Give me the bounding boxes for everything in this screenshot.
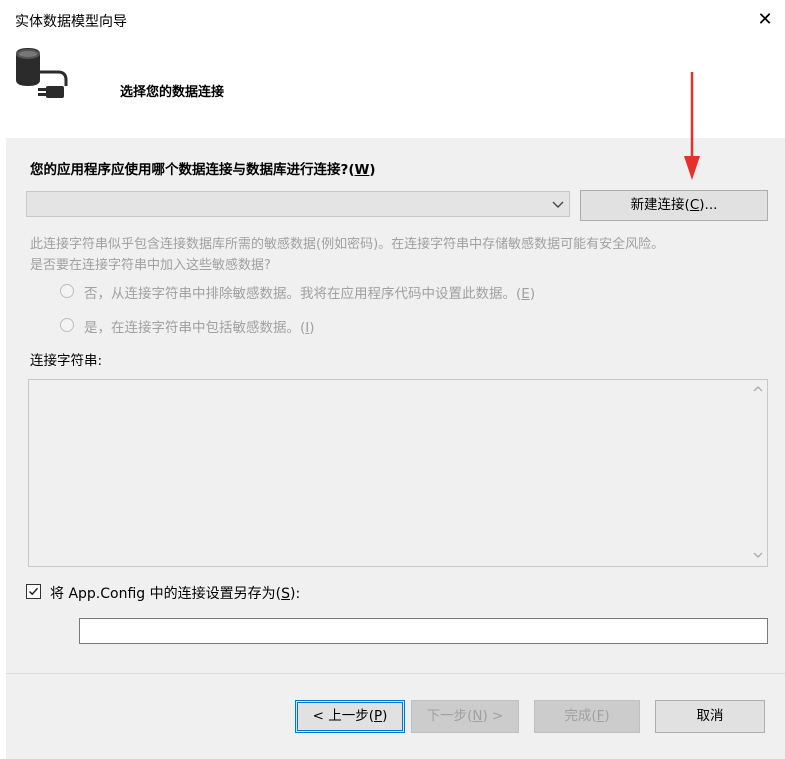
page-title: 选择您的数据连接: [120, 85, 225, 100]
config-name-input[interactable]: [79, 618, 768, 644]
title-bar: 实体数据模型向导 ✕: [6, 0, 785, 40]
next-button[interactable]: 下一步(N) >: [411, 700, 519, 733]
radio-circle[interactable]: [60, 318, 74, 332]
radio-exclude-label: 否，从连接字符串中排除敏感数据。我将在应用程序代码中设置此数据。(E): [84, 282, 535, 302]
scroll-down-icon[interactable]: [752, 550, 764, 560]
cancel-button[interactable]: 取消: [655, 700, 765, 733]
red-arrow-annotation: [684, 72, 700, 180]
finish-button[interactable]: 完成(F): [534, 700, 640, 733]
wizard-header: 选择您的数据连接: [6, 40, 785, 138]
warning-line-1: 此连接字符串似乎包含连接数据库所需的敏感数据(例如密码)。在连接字符串中存储敏感…: [30, 237, 665, 252]
radio-include-suffix: ): [309, 320, 315, 336]
radio-circle[interactable]: [60, 284, 74, 298]
save-config-label[interactable]: 将 App.Config 中的连接设置另存为(S):: [50, 583, 300, 603]
save-config-suffix: ):: [289, 586, 301, 602]
cancel-label: 取消: [696, 708, 724, 724]
radio-include-text: 是，在连接字符串中包括敏感数据。(: [84, 320, 306, 336]
chevron-down-icon: [552, 201, 564, 208]
radio-exclude-suffix: ): [529, 286, 536, 302]
new-connection-mnemonic: C: [689, 197, 700, 213]
checkmark-icon: [28, 587, 39, 596]
save-config-checkbox[interactable]: [26, 584, 41, 599]
save-config-mnemonic: S: [281, 586, 290, 602]
sensitive-data-warning: 此连接字符串似乎包含连接数据库所需的敏感数据(例如密码)。在连接字符串中存储敏感…: [30, 234, 770, 276]
warning-line-2: 是否要在连接字符串中加入这些敏感数据?: [30, 258, 271, 273]
radio-include-sensitive[interactable]: 是，在连接字符串中包括敏感数据。(I): [60, 316, 760, 336]
scroll-up-icon[interactable]: [752, 384, 764, 394]
connection-dropdown[interactable]: [26, 191, 570, 217]
save-config-text: 将 App.Config 中的连接设置另存为(: [50, 586, 282, 602]
connection-string-label: 连接字符串:: [30, 353, 103, 369]
previous-button[interactable]: < 上一步(P): [295, 700, 405, 733]
radio-exclude-text: 否，从连接字符串中排除敏感数据。我将在应用程序代码中设置此数据。(: [84, 286, 522, 302]
question-paren-close: ): [369, 162, 376, 178]
next-label: 下一步(: [426, 708, 473, 724]
finish-suffix: ): [604, 708, 610, 724]
new-connection-button[interactable]: 新建连接(C)...: [580, 190, 768, 221]
connection-string-textarea[interactable]: [28, 379, 768, 567]
footer-separator: [6, 673, 785, 674]
close-icon[interactable]: ✕: [751, 6, 779, 34]
radio-exclude-sensitive[interactable]: 否，从连接字符串中排除敏感数据。我将在应用程序代码中设置此数据。(E): [60, 282, 760, 302]
entity-data-model-wizard: 实体数据模型向导 ✕ 选择您的数据连接 您的应用程序应使用哪个数据连接与数据库进…: [6, 0, 785, 759]
question-mnemonic: W: [354, 162, 370, 178]
focus-ring: [297, 702, 403, 731]
radio-include-label: 是，在连接字符串中包括敏感数据。(I): [84, 316, 315, 336]
new-connection-label: 新建连接(: [630, 197, 690, 213]
next-suffix: ) >: [482, 708, 504, 724]
question-text: 您的应用程序应使用哪个数据连接与数据库进行连接?: [30, 162, 349, 178]
connection-question-label: 您的应用程序应使用哪个数据连接与数据库进行连接?(W): [30, 158, 376, 178]
next-mnemonic: N: [472, 708, 483, 724]
new-connection-suffix: )...: [699, 197, 718, 213]
window-title: 实体数据模型向导: [15, 14, 127, 30]
vertical-scrollbar[interactable]: [750, 380, 767, 566]
radio-exclude-mnemonic: E: [521, 286, 530, 302]
database-plug-icon: [16, 48, 68, 98]
finish-label: 完成(: [564, 708, 597, 724]
